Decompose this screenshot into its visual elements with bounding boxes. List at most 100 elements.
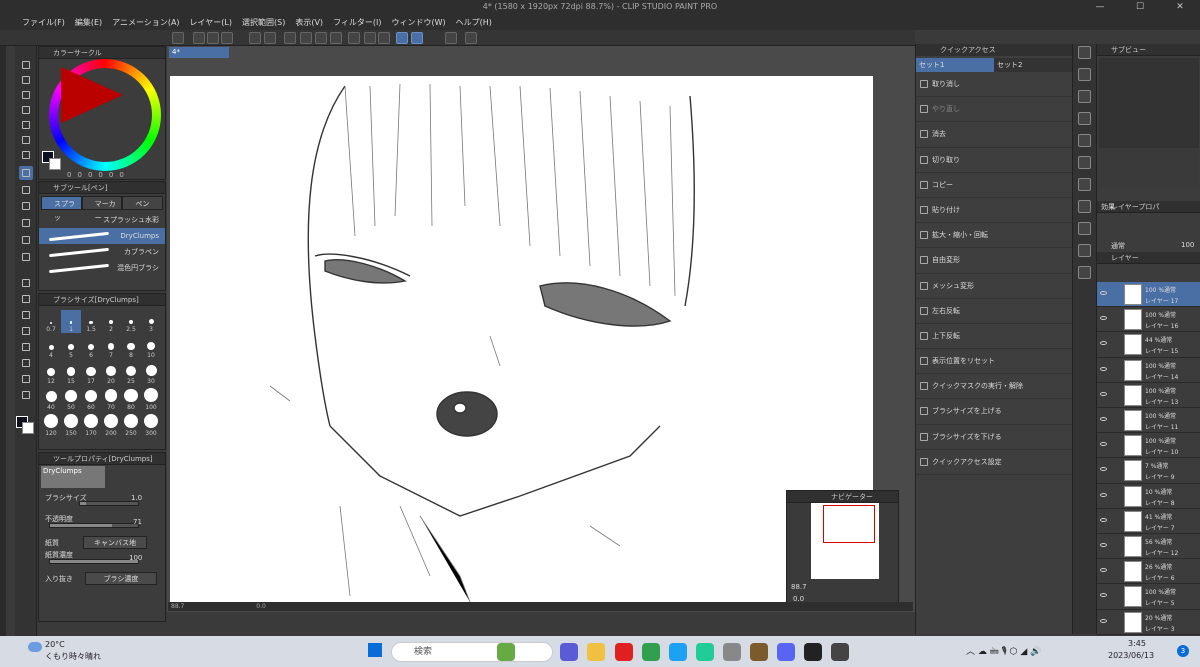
panel-icon[interactable] [1078, 244, 1091, 257]
saturation-triangle[interactable] [61, 67, 123, 123]
fill-icon[interactable] [315, 32, 327, 44]
layer-row[interactable]: 56 %通常 レイヤー 12 [1097, 534, 1200, 560]
brush-size-option[interactable]: 150 [61, 414, 81, 437]
quick-access-item[interactable]: コピー [916, 173, 1072, 198]
brush-size-option[interactable]: 1 [61, 310, 81, 333]
panel-icon[interactable] [1078, 178, 1091, 191]
brush-size-option[interactable]: 6 [81, 336, 101, 359]
brush-size-option[interactable]: 60 [81, 388, 101, 411]
eye-icon[interactable] [1100, 568, 1107, 573]
magic-wand-icon[interactable] [19, 133, 33, 147]
sub-color-swatch[interactable] [22, 422, 34, 434]
menu-filter[interactable]: フィルター(I) [333, 17, 381, 28]
menu-window[interactable]: ウィンドウ(W) [392, 17, 446, 28]
notification-badge[interactable]: 3 [1177, 645, 1189, 657]
blend-tool-icon[interactable] [19, 250, 33, 264]
texture-select[interactable]: キャンバス地 [83, 536, 147, 549]
brush-item-selected[interactable]: DryClumps [39, 228, 165, 244]
select-all-icon[interactable] [348, 32, 360, 44]
layer-row[interactable]: 44 %通常 レイヤー 15 [1097, 332, 1200, 358]
brush-size-option[interactable]: 80 [121, 388, 141, 411]
layer-row[interactable]: 100 %通常 レイヤー 5 [1097, 584, 1200, 610]
menu-selection[interactable]: 選択範囲(S) [242, 17, 285, 28]
frame-tool-icon[interactable] [19, 324, 33, 338]
weather-text[interactable]: くもり時々晴れ [45, 651, 101, 662]
quick-access-item[interactable]: クイックアクセス設定 [916, 450, 1072, 475]
file-explorer-icon[interactable] [587, 643, 605, 661]
layer-row[interactable]: 10 %通常 レイヤー 8 [1097, 484, 1200, 509]
taskbar-app-icon[interactable] [804, 643, 822, 661]
layer-row[interactable]: 100 %通常 レイヤー 13 [1097, 383, 1200, 408]
menu-edit[interactable]: 編集(E) [75, 17, 102, 28]
eye-icon[interactable] [1100, 291, 1107, 295]
eye-icon[interactable] [1100, 492, 1107, 497]
tab-set1[interactable]: セット1 [916, 58, 994, 72]
panel-icon[interactable] [1078, 68, 1091, 81]
eye-icon[interactable] [1100, 366, 1107, 371]
brush-size-option[interactable]: 0.7 [41, 310, 61, 333]
help-icon[interactable] [465, 32, 477, 44]
quick-access-item[interactable]: 上下反転 [916, 324, 1072, 350]
quick-access-item[interactable]: メッシュ変形 [916, 274, 1072, 299]
clear-icon[interactable] [300, 32, 312, 44]
airbrush-icon[interactable] [19, 216, 33, 230]
navigator-preview[interactable] [811, 503, 879, 579]
brush-item[interactable]: スプラッシュ水彩 [39, 212, 165, 228]
transform-icon[interactable] [330, 32, 342, 44]
tab-set2[interactable]: セット2 [994, 58, 1072, 72]
open-icon[interactable] [207, 32, 219, 44]
maximize-button[interactable]: ☐ [1120, 0, 1160, 14]
gradient-icon[interactable] [19, 292, 33, 306]
eraser-icon[interactable] [19, 233, 33, 247]
lasso-tool-icon[interactable] [19, 118, 33, 132]
quick-access-item[interactable]: やり直し [916, 97, 1072, 123]
tab-splash[interactable]: スプラッ [41, 196, 82, 222]
quick-access-item[interactable]: ブラシサイズを下げる [916, 425, 1072, 450]
eye-icon[interactable] [1100, 442, 1107, 447]
windows-start-icon[interactable] [368, 643, 382, 657]
menu-help[interactable]: ヘルプ(H) [456, 17, 492, 28]
menu-layer[interactable]: レイヤー(L) [190, 17, 232, 28]
quick-access-item[interactable]: 表示位置をリセット [916, 349, 1072, 375]
quick-access-item[interactable]: 消去 [916, 122, 1072, 148]
brush-size-option[interactable]: 5 [61, 336, 81, 359]
hand-tool-icon[interactable] [19, 73, 33, 87]
quick-access-item[interactable]: ブラシサイズを上げる [916, 399, 1072, 425]
canvas[interactable] [170, 76, 873, 602]
tab-pen[interactable]: ペン [122, 196, 164, 210]
panel-icon[interactable] [1078, 266, 1091, 279]
snap-ruler-icon[interactable] [396, 32, 408, 44]
quick-access-item[interactable]: 拡大・縮小・回転 [916, 223, 1072, 249]
quick-access-item[interactable]: 切り取り [916, 148, 1072, 173]
eye-icon[interactable] [1100, 391, 1107, 396]
balloon-tool-icon[interactable] [19, 372, 33, 386]
panel-icon[interactable] [1078, 134, 1091, 147]
clock-date[interactable]: 2023/06/13 [1108, 651, 1154, 660]
brush-size-option[interactable]: 100 [141, 388, 161, 411]
text-tool-icon[interactable] [19, 356, 33, 370]
eye-icon[interactable] [1100, 467, 1107, 472]
clip-studio-icon[interactable] [831, 643, 849, 661]
quick-access-item[interactable]: 自由変形 [916, 248, 1072, 274]
eye-icon[interactable] [1100, 341, 1107, 346]
correct-line-icon[interactable] [19, 388, 33, 402]
minimize-button[interactable]: — [1080, 0, 1120, 14]
chrome-icon[interactable] [642, 643, 660, 661]
brush-size-option[interactable]: 40 [41, 388, 61, 411]
layer-opacity-value[interactable]: 100 [1181, 241, 1194, 249]
status-angle[interactable]: 0.0 [256, 603, 266, 610]
redo-icon[interactable] [264, 32, 276, 44]
search-box[interactable]: 検索 [391, 642, 553, 662]
eye-icon[interactable] [1100, 618, 1107, 623]
brush-size-option[interactable]: 10 [141, 336, 161, 359]
brush-size-option[interactable]: 120 [41, 414, 61, 437]
home-icon[interactable] [172, 32, 184, 44]
brush-size-option[interactable]: 20 [101, 362, 121, 385]
quick-access-item[interactable]: 貼り付け [916, 198, 1072, 224]
eye-icon[interactable] [1100, 543, 1107, 547]
brush-size-slider[interactable] [79, 501, 139, 506]
layer-row[interactable]: 100 %通常 レイヤー 11 [1097, 408, 1200, 434]
undo-icon[interactable] [249, 32, 261, 44]
menu-file[interactable]: ファイル(F) [22, 17, 65, 28]
taskbar-app-icon[interactable] [560, 643, 578, 661]
